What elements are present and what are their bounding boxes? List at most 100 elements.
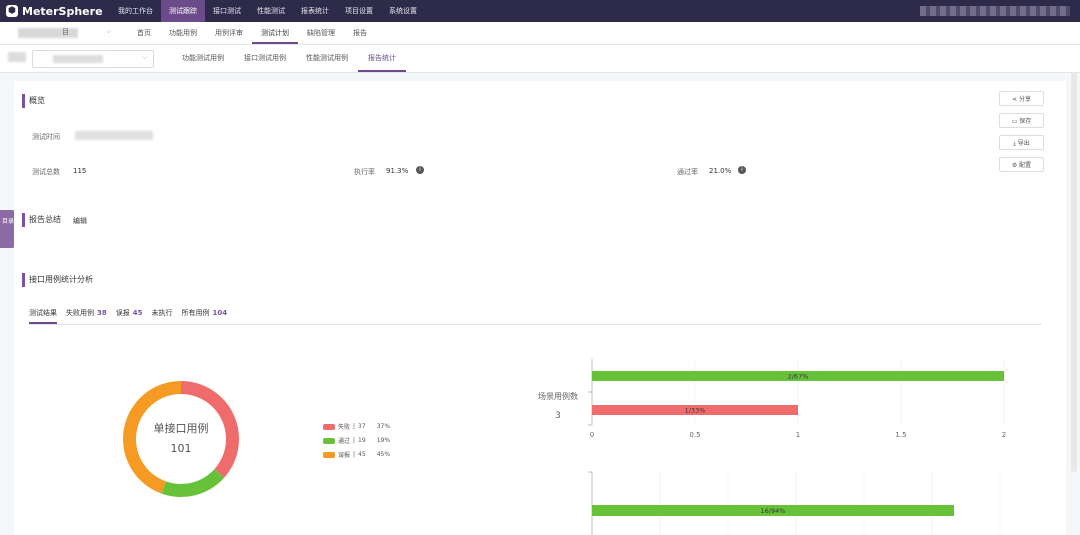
plan-select-value-blurred xyxy=(53,55,103,63)
tab-false-positive[interactable]: 误报 45 xyxy=(116,305,143,324)
plan-label-blurred xyxy=(8,52,26,62)
exec-rate-value: 91.3% xyxy=(386,167,409,175)
tab-all-cases[interactable]: 所有用例 104 xyxy=(182,305,228,324)
legend-name: 通过 xyxy=(338,438,351,445)
bar-label-0: 2/67% xyxy=(788,373,809,381)
sub-navbar: 目 ⌵ 首页 功能用例 用例评审 测试计划 缺陷管理 报告 xyxy=(0,22,1080,45)
chevron-down-icon: ⌵ xyxy=(141,53,147,61)
topnav-workbench[interactable]: 我的工作台 xyxy=(110,0,161,22)
api-analysis-title: 接口用例统计分析 xyxy=(22,273,93,287)
plan-select[interactable]: ⌵ xyxy=(32,50,154,68)
scenario-bar-chart: 0 0.5 1 1.5 2 2/67% 1/33% 场景用例数 3 xyxy=(538,359,1006,439)
tab-api-cases[interactable]: 接口测试用例 xyxy=(234,45,296,72)
sub-nav-menu: 首页 功能用例 用例评审 测试计划 缺陷管理 报告 xyxy=(128,22,376,44)
topnav-test-track[interactable]: 测试跟踪 xyxy=(161,0,205,22)
user-menu-blurred[interactable] xyxy=(920,6,1070,16)
top-nav-menu: 我的工作台 测试跟踪 接口测试 性能测试 报表统计 项目设置 系统设置 xyxy=(110,0,425,22)
tab-label: 失败用例 xyxy=(66,309,94,317)
test-time-label: 测试时间 xyxy=(32,133,60,141)
share-button[interactable]: ⋖ 分享 xyxy=(999,91,1044,106)
tab-performance-cases[interactable]: 性能测试用例 xyxy=(296,45,358,72)
legend-item-passed[interactable]: 通过 | 19 19% xyxy=(323,436,390,445)
legend-swatch xyxy=(323,437,335,444)
scrollbar[interactable] xyxy=(1071,72,1077,472)
tab-report-stats[interactable]: 报告统计 xyxy=(358,45,406,72)
total-value: 115 xyxy=(73,167,87,175)
legend-item-failed[interactable]: 失败 | 37 37% xyxy=(323,422,390,431)
topnav-project-settings[interactable]: 项目设置 xyxy=(337,0,381,22)
donut-slice-2[interactable] xyxy=(123,381,181,494)
donut-title: 单接口用例 xyxy=(154,421,209,435)
test-time-value-blurred xyxy=(75,131,153,140)
x-tick-label: 0.5 xyxy=(689,431,700,439)
scenario-chart-total: 3 xyxy=(555,411,561,421)
subnav-defects[interactable]: 缺陷管理 xyxy=(298,22,344,44)
brand[interactable]: ⬢ MeterSphere xyxy=(6,4,103,18)
topnav-api-test[interactable]: 接口测试 xyxy=(205,0,249,22)
bar-label-0: 16/94% xyxy=(761,507,786,515)
pass-rate-label: 通过率 xyxy=(677,168,698,176)
config-button[interactable]: ⚙ 配置 xyxy=(999,157,1044,172)
info-icon[interactable]: i xyxy=(738,166,746,174)
subnav-reports[interactable]: 报告 xyxy=(344,22,376,44)
legend-item-false-positive[interactable]: 误报 | 45 45% xyxy=(323,450,390,459)
subnav-home[interactable]: 首页 xyxy=(128,22,160,44)
top-navbar: ⬢ MeterSphere 我的工作台 测试跟踪 接口测试 性能测试 报表统计 … xyxy=(0,0,1080,22)
pass-rate-value: 21.0% xyxy=(709,167,732,175)
subnav-case-review[interactable]: 用例评审 xyxy=(206,22,252,44)
total-label: 测试总数 xyxy=(32,168,60,176)
tab-label: 测试结果 xyxy=(29,309,57,317)
tab-not-executed[interactable]: 未执行 xyxy=(152,305,173,324)
tab-count: 45 xyxy=(132,309,143,317)
scenario-chart-title: 场景用例数 xyxy=(538,391,578,401)
overview-title: 概览 xyxy=(22,94,45,108)
subnav-functional-cases[interactable]: 功能用例 xyxy=(160,22,206,44)
share-icon: ⋖ xyxy=(1012,96,1019,103)
topnav-performance-test[interactable]: 性能测试 xyxy=(249,0,293,22)
topnav-report-stats[interactable]: 报表统计 xyxy=(293,0,337,22)
legend-percent: 45% xyxy=(376,451,391,458)
donut-slice-1[interactable] xyxy=(161,469,225,497)
tab-test-result[interactable]: 测试结果 xyxy=(29,305,57,324)
chevron-down-icon[interactable]: ⌵ xyxy=(106,27,111,36)
legend-separator: | xyxy=(353,423,356,430)
export-label: 导出 xyxy=(1017,140,1030,147)
info-icon[interactable]: i xyxy=(416,166,424,174)
legend-swatch xyxy=(323,451,335,458)
step-bar-chart: 16/94% xyxy=(588,471,1001,535)
legend-count: 45 xyxy=(358,451,366,458)
tab-functional-cases[interactable]: 功能测试用例 xyxy=(172,45,234,72)
tab-label: 未执行 xyxy=(151,309,173,317)
legend-separator: | xyxy=(353,437,356,444)
exec-rate-label: 执行率 xyxy=(354,168,375,176)
project-label[interactable]: 目 xyxy=(62,27,69,37)
legend-percent: 19% xyxy=(376,437,391,444)
legend-count: 37 xyxy=(358,423,366,430)
metersphere-logo-icon: ⬢ xyxy=(6,5,18,17)
legend-name: 误报 xyxy=(338,452,351,459)
api-analysis-tabs: 测试结果 失败用例 38 误报 45 未执行 所有用例 104 xyxy=(29,305,1042,325)
tab-count: 38 xyxy=(97,309,107,317)
report-tabs: 功能测试用例 接口测试用例 性能测试用例 报告统计 xyxy=(172,45,406,72)
tab-label: 误报 xyxy=(115,309,130,317)
tab-failed-cases[interactable]: 失败用例 38 xyxy=(66,305,107,324)
share-label: 分享 xyxy=(1018,96,1031,103)
x-tick-label: 1 xyxy=(796,431,800,439)
subnav-test-plan[interactable]: 测试计划 xyxy=(252,22,298,44)
summary-title: 报告总结 xyxy=(22,213,61,227)
tab-label: 所有用例 xyxy=(181,309,210,317)
x-tick-label: 0 xyxy=(590,431,594,439)
single-api-donut-chart: 单接口用例 101 xyxy=(123,381,239,497)
topnav-system-settings[interactable]: 系统设置 xyxy=(381,0,425,22)
x-tick-label: 2 xyxy=(1002,431,1006,439)
legend-name: 失败 xyxy=(338,424,351,431)
save-button[interactable]: ▭ 保存 xyxy=(999,113,1044,128)
legend-swatch xyxy=(323,423,335,430)
report-tabbar: ⌵ 功能测试用例 接口测试用例 性能测试用例 报告统计 xyxy=(0,45,1080,73)
export-button[interactable]: ⤓ 导出 xyxy=(999,135,1044,150)
brand-name: MeterSphere xyxy=(22,4,103,18)
bar-label-1: 1/33% xyxy=(685,407,706,415)
donut-total: 101 xyxy=(171,442,192,455)
summary-edit-link[interactable]: 编辑 xyxy=(73,216,87,226)
legend-percent: 37% xyxy=(376,423,391,430)
